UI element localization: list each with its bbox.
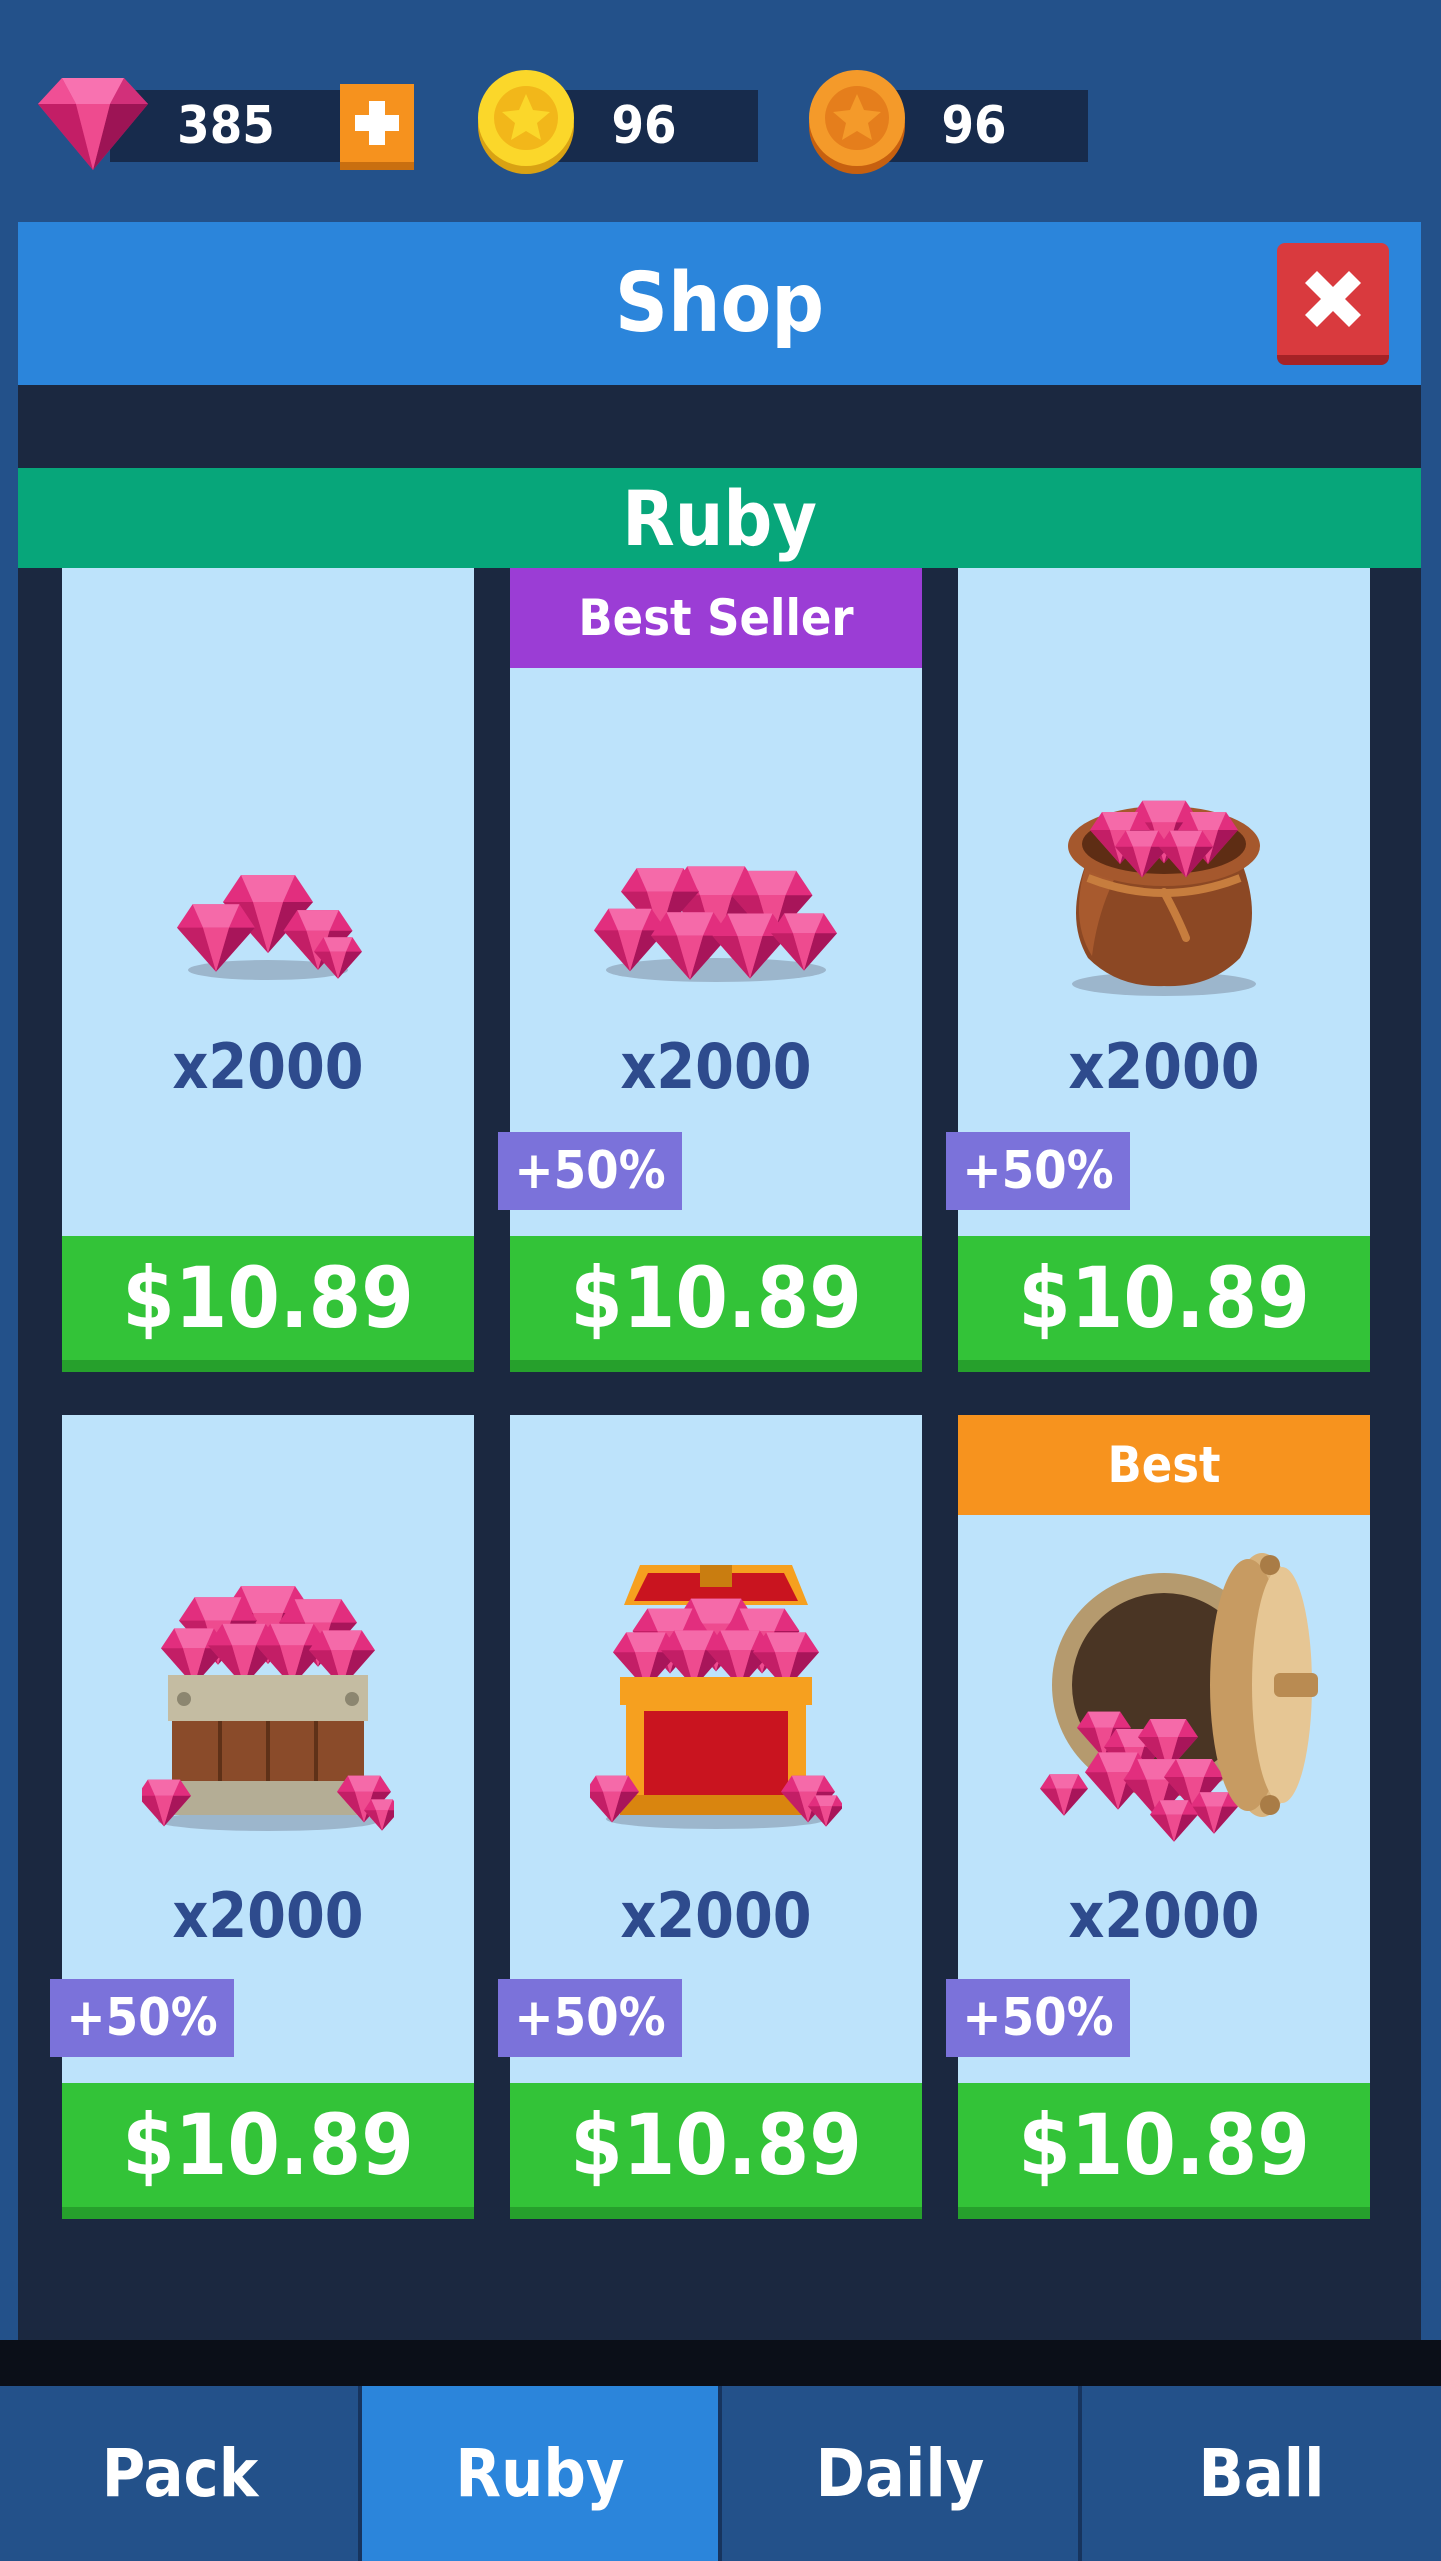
offer-quantity: x2000 — [620, 1879, 812, 1952]
shop-title: Shop — [614, 256, 825, 351]
ruby-offer-card-6[interactable]: Best x2000 +50% $10.89 — [946, 1415, 1370, 2219]
ruby-sack-icon — [1068, 800, 1260, 996]
offer-quantity: x2000 — [172, 1879, 364, 1952]
offer-quantity: x2000 — [1068, 1030, 1260, 1103]
price-button[interactable]: $10.89 — [958, 1236, 1370, 1372]
ribbon-label: Best Seller — [578, 589, 854, 647]
bonus-badge: +50% — [946, 1132, 1130, 1210]
price-label: $10.89 — [570, 2096, 862, 2194]
plus-icon — [355, 101, 399, 145]
price-button[interactable]: $10.89 — [510, 2083, 922, 2219]
tab-bar-divider — [0, 2340, 1441, 2386]
bonus-label: +50% — [66, 1988, 218, 2048]
tab-ball[interactable]: Ball — [1082, 2386, 1441, 2561]
gold-coin-balance-value: 96 — [611, 96, 677, 156]
tab-daily[interactable]: Daily — [722, 2386, 1078, 2561]
offer-quantity: x2000 — [620, 1030, 812, 1103]
tab-label: Ruby — [455, 2435, 625, 2512]
ruby-offer-card-2[interactable]: Best Seller x2000 +50% $10.89 — [498, 568, 922, 1372]
ruby-offer-card-5[interactable]: x2000 +50% $10.89 — [498, 1415, 922, 2219]
bonus-label: +50% — [514, 1988, 666, 2048]
tab-label: Pack — [101, 2435, 259, 2512]
price-label: $10.89 — [1018, 1249, 1310, 1347]
bronze-coin-star-icon — [809, 70, 905, 174]
price-button[interactable]: $10.89 — [62, 1236, 474, 1372]
close-button[interactable] — [1277, 243, 1389, 365]
ruby-offer-card-4[interactable]: x2000 +50% $10.89 — [50, 1415, 474, 2219]
offer-quantity: x2000 — [1068, 1879, 1260, 1952]
bonus-label: +50% — [962, 1988, 1114, 2048]
ruby-vault-icon — [1040, 1553, 1318, 1842]
shop-header: Shop — [18, 222, 1421, 385]
price-button[interactable]: $10.89 — [958, 2083, 1370, 2219]
small-ruby-pile-icon — [177, 875, 362, 980]
ruby-gem-icon — [38, 78, 148, 170]
tab-label: Ball — [1198, 2435, 1325, 2512]
bronze-coin-balance-value: 96 — [941, 96, 1007, 156]
ruby-offer-card-3[interactable]: x2000 +50% $10.89 — [946, 568, 1370, 1372]
price-label: $10.89 — [122, 1249, 414, 1347]
bonus-badge: +50% — [946, 1979, 1130, 2057]
gold-coin-star-icon — [478, 70, 574, 174]
price-label: $10.89 — [570, 1249, 862, 1347]
ruby-offer-card-1[interactable]: x2000 $10.89 — [62, 568, 474, 1372]
bonus-badge: +50% — [498, 1979, 682, 2057]
close-x-icon — [1305, 271, 1361, 327]
ruby-balance-value: 385 — [177, 96, 275, 156]
section-title: Ruby — [622, 473, 817, 563]
best-seller-ribbon: Best Seller — [510, 568, 922, 668]
add-ruby-button[interactable] — [340, 84, 414, 170]
price-button[interactable]: $10.89 — [510, 1236, 922, 1372]
ruby-chest-icon — [590, 1565, 842, 1829]
tab-ruby[interactable]: Ruby — [362, 2386, 718, 2561]
ribbon-label: Best — [1107, 1436, 1221, 1494]
ruby-crate-icon — [142, 1586, 394, 1831]
bonus-label: +50% — [962, 1141, 1114, 1201]
bonus-badge: +50% — [50, 1979, 234, 2057]
price-label: $10.89 — [122, 2096, 414, 2194]
large-ruby-pile-icon — [594, 866, 837, 982]
best-value-ribbon: Best — [958, 1415, 1370, 1515]
offer-quantity: x2000 — [172, 1030, 364, 1103]
price-button[interactable]: $10.89 — [62, 2083, 474, 2219]
price-label: $10.89 — [1018, 2096, 1310, 2194]
bonus-badge: +50% — [498, 1132, 682, 1210]
bonus-label: +50% — [514, 1141, 666, 1201]
tab-pack[interactable]: Pack — [0, 2386, 360, 2561]
tab-label: Daily — [815, 2435, 985, 2512]
section-title-bar: Ruby — [18, 468, 1421, 568]
